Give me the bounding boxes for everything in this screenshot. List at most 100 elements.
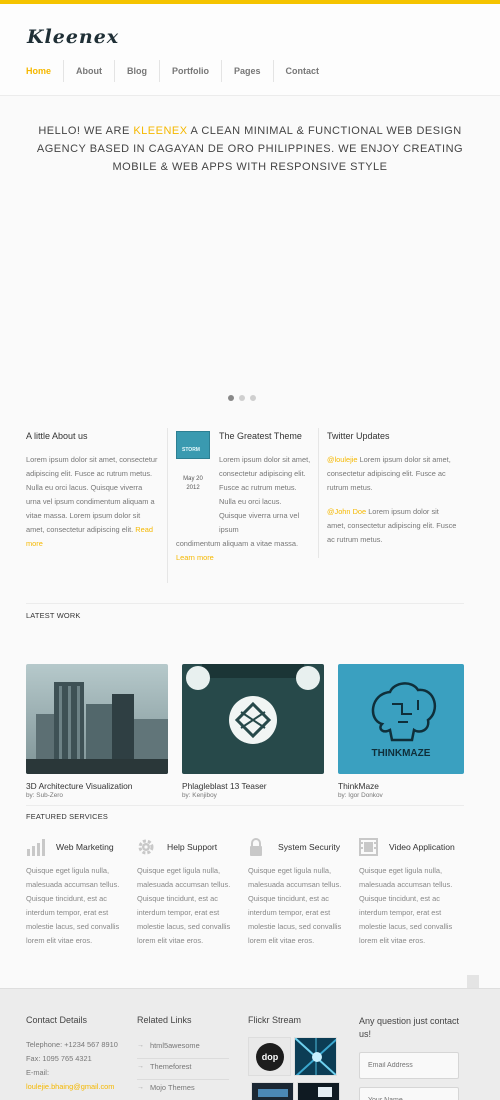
bar-chart-icon bbox=[26, 838, 46, 856]
service-text: Quisque eget ligula nulla, malesuada acc… bbox=[137, 866, 231, 945]
latest-work-title: LATEST WORK bbox=[26, 611, 81, 620]
slider-dot-1[interactable] bbox=[228, 395, 234, 401]
email-address-field[interactable] bbox=[359, 1052, 459, 1079]
work-item[interactable]: 3D Architecture Visualization by: Sub-Ze… bbox=[26, 664, 168, 799]
nav-home[interactable]: Home bbox=[14, 60, 65, 82]
work-item[interactable]: THINKMAZE ThinkMaze by: Igor Donkov bbox=[338, 664, 464, 799]
arrow-right-icon: → bbox=[137, 1042, 144, 1049]
work-author: by: Igor Donkov bbox=[338, 792, 383, 799]
theme-post-excerpt-end: condimentum aliquam a vitae massa. bbox=[176, 539, 299, 548]
service-item: Web Marketing Quisque eget ligula nulla,… bbox=[26, 838, 128, 948]
service-title: Video Application bbox=[389, 842, 455, 852]
gear-icon bbox=[137, 838, 157, 856]
flickr-stream: dop bbox=[248, 1037, 340, 1100]
about-title: A little About us bbox=[26, 431, 88, 441]
tweet: @John Doe Lorem ipsum dolor sit amet, co… bbox=[327, 505, 457, 547]
twitter-title: Twitter Updates bbox=[327, 431, 390, 441]
work-thumbnail[interactable] bbox=[26, 664, 168, 774]
contact-email-label: E-mail: bbox=[26, 1068, 49, 1077]
about-text: Lorem ipsum dolor sit amet, consectetur … bbox=[26, 453, 158, 551]
work-thumbnail[interactable] bbox=[182, 664, 324, 774]
theme-post-date-year: 2012 bbox=[186, 485, 200, 491]
nav-pages[interactable]: Pages bbox=[222, 60, 274, 82]
tweet: @loulejie Lorem ipsum dolor sit amet, co… bbox=[327, 453, 457, 495]
tweet-handle[interactable]: @loulejie bbox=[327, 455, 358, 464]
work-title[interactable]: ThinkMaze bbox=[338, 781, 464, 791]
related-links-title: Related Links bbox=[137, 1015, 192, 1025]
film-icon bbox=[359, 838, 379, 856]
theme-learn-more-link[interactable]: Learn more bbox=[176, 553, 214, 562]
contact-email-link[interactable]: loulejie.bhaing@gmail.com bbox=[26, 1082, 114, 1091]
arrow-right-icon: → bbox=[137, 1063, 144, 1070]
flickr-photo[interactable] bbox=[294, 1037, 337, 1076]
column-divider bbox=[167, 428, 168, 583]
section-divider bbox=[26, 805, 464, 806]
related-link[interactable]: → html5awesome bbox=[137, 1038, 229, 1059]
twitter-column: Twitter Updates @loulejie Lorem ipsum do… bbox=[327, 431, 457, 547]
contact-details: Telephone: +1234 567 8910 Fax: 1095 765 … bbox=[26, 1038, 126, 1094]
contact-telephone: Telephone: +1234 567 8910 bbox=[26, 1040, 118, 1049]
site-footer: Contact Details Telephone: +1234 567 891… bbox=[0, 988, 500, 1100]
flickr-photo[interactable]: dop bbox=[248, 1037, 291, 1076]
service-text: Quisque eget ligula nulla, malesuada acc… bbox=[248, 866, 342, 945]
related-link-label[interactable]: Themeforest bbox=[150, 1059, 192, 1079]
related-link-label[interactable]: html5awesome bbox=[150, 1038, 200, 1058]
theme-post-excerpt: Lorem ipsum dolor sit amet, consectetur … bbox=[219, 455, 311, 534]
scroll-to-top-button[interactable] bbox=[467, 975, 479, 988]
arrow-right-icon: → bbox=[137, 1084, 144, 1091]
service-item: Help Support Quisque eget ligula nulla, … bbox=[137, 838, 239, 948]
tweet-handle[interactable]: @John Doe bbox=[327, 507, 366, 516]
service-title: Web Marketing bbox=[56, 842, 114, 852]
related-link-label[interactable]: Mojo Themes bbox=[150, 1080, 195, 1100]
main-nav: Home About Blog Portfolio Pages Contact bbox=[14, 60, 331, 82]
work-author: by: Sub-Zero bbox=[26, 792, 63, 799]
hero-tagline: HELLO! WE ARE KLEENEX A CLEAN MINIMAL & … bbox=[30, 122, 470, 176]
service-item: Video Application Quisque eget ligula nu… bbox=[359, 838, 461, 948]
name-field[interactable] bbox=[359, 1087, 459, 1100]
service-text: Quisque eget ligula nulla, malesuada acc… bbox=[26, 866, 120, 945]
work-author: by: Kenjiboy bbox=[182, 792, 217, 799]
flickr-logo-text: dop bbox=[262, 1052, 279, 1062]
hero-slider: HELLO! WE ARE KLEENEX A CLEAN MINIMAL & … bbox=[0, 96, 500, 416]
nav-blog[interactable]: Blog bbox=[115, 60, 161, 82]
work-title[interactable]: 3D Architecture Visualization bbox=[26, 781, 168, 791]
featured-services-title: FEATURED SERVICES bbox=[26, 812, 108, 821]
hero-tagline-pre: HELLO! WE ARE bbox=[38, 125, 134, 137]
contact-details-title: Contact Details bbox=[26, 1015, 88, 1025]
service-title: System Security bbox=[278, 842, 341, 852]
about-body: Lorem ipsum dolor sit amet, consectetur … bbox=[26, 455, 158, 534]
service-item: System Security Quisque eget ligula null… bbox=[248, 838, 350, 948]
related-link[interactable]: → Mojo Themes bbox=[137, 1080, 229, 1100]
theme-thumb-label: STORM bbox=[182, 447, 200, 453]
flickr-stream-title: Flickr Stream bbox=[248, 1015, 302, 1025]
hero-brand-highlight: KLEENEX bbox=[133, 125, 188, 137]
related-links-list: → html5awesome → Themeforest → Mojo Themes bbox=[137, 1038, 229, 1100]
site-logo[interactable]: Kleenex bbox=[27, 26, 119, 48]
theme-post-date-day: May 20 bbox=[183, 476, 203, 482]
slider-dot-2[interactable] bbox=[239, 395, 245, 401]
service-title: Help Support bbox=[167, 842, 218, 852]
work-thumbnail[interactable]: THINKMAZE bbox=[338, 664, 464, 774]
nav-contact[interactable]: Contact bbox=[274, 60, 332, 82]
theme-post-thumbnail[interactable]: STORM bbox=[176, 431, 210, 459]
work-image-caption: THINKMAZE bbox=[372, 748, 431, 759]
nav-about[interactable]: About bbox=[64, 60, 116, 82]
section-divider bbox=[26, 603, 464, 604]
column-divider bbox=[318, 428, 319, 558]
related-link[interactable]: → Themeforest bbox=[137, 1059, 229, 1080]
theme-post-excerpt-cont: condimentum aliquam a vitae massa. Learn… bbox=[176, 537, 312, 565]
theme-post-date: May 20 2012 bbox=[176, 475, 210, 493]
flickr-photo[interactable] bbox=[251, 1082, 294, 1100]
slider-dots bbox=[228, 395, 256, 401]
lock-icon bbox=[248, 838, 268, 856]
work-title[interactable]: Phlagleblast 13 Teaser bbox=[182, 781, 324, 791]
theme-post-title[interactable]: The Greatest Theme bbox=[219, 431, 314, 441]
slider-dot-3[interactable] bbox=[250, 395, 256, 401]
flickr-photo[interactable] bbox=[297, 1082, 340, 1100]
contact-fax: Fax: 1095 765 4321 bbox=[26, 1054, 92, 1063]
nav-portfolio[interactable]: Portfolio bbox=[160, 60, 223, 82]
work-item[interactable]: Phlagleblast 13 Teaser by: Kenjiboy bbox=[182, 664, 324, 799]
about-column: A little About us Lorem ipsum dolor sit … bbox=[26, 431, 158, 551]
contact-question-title: Any question just contact us! bbox=[359, 1016, 460, 1039]
service-text: Quisque eget ligula nulla, malesuada acc… bbox=[359, 866, 453, 945]
